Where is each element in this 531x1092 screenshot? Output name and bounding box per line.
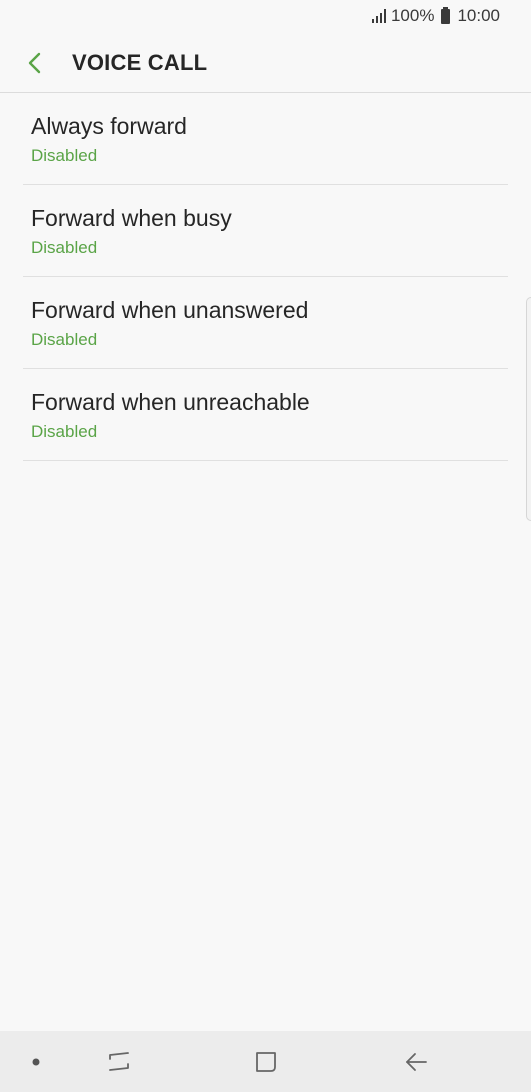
list-item-status: Disabled [31, 330, 98, 349]
signal-icon [371, 9, 386, 23]
list-item-forward-when-busy[interactable]: Forward when busy Disabled [23, 185, 508, 277]
status-bar: 100% 10:00 [0, 0, 531, 34]
navigation-bar [0, 1031, 531, 1092]
list-item-title: Forward when unanswered [31, 297, 309, 323]
back-nav-button[interactable] [393, 1031, 439, 1092]
scrollbar[interactable] [526, 297, 531, 521]
nav-dot-button[interactable] [16, 1031, 56, 1092]
back-arrow-icon [406, 1052, 427, 1071]
chevron-left-icon [28, 52, 41, 74]
call-forwarding-list: Always forward Disabled Forward when bus… [23, 93, 508, 461]
home-button[interactable] [243, 1031, 289, 1092]
recent-apps-button[interactable] [96, 1031, 142, 1092]
list-item-status: Disabled [31, 422, 98, 441]
status-indicators: 100% 10:00 [371, 6, 500, 26]
list-item-title: Always forward [31, 113, 187, 139]
battery-icon [441, 6, 451, 24]
dot-icon [32, 1058, 40, 1065]
battery-percentage: 100% [390, 6, 435, 25]
list-item-always-forward[interactable]: Always forward Disabled [23, 93, 508, 185]
app-header: VOICE CALL [0, 34, 531, 93]
list-item-forward-when-unanswered[interactable]: Forward when unanswered Disabled [23, 277, 508, 369]
clock: 10:00 [457, 6, 500, 25]
list-item-status: Disabled [31, 238, 98, 257]
page-title: VOICE CALL [72, 50, 208, 75]
recent-apps-icon [109, 1051, 129, 1071]
home-icon [256, 1051, 276, 1072]
list-item-forward-when-unreachable[interactable]: Forward when unreachable Disabled [23, 369, 508, 461]
list-item-status: Disabled [31, 146, 98, 165]
list-item-title: Forward when busy [31, 205, 232, 231]
back-button[interactable] [18, 46, 52, 80]
list-item-title: Forward when unreachable [31, 389, 310, 415]
